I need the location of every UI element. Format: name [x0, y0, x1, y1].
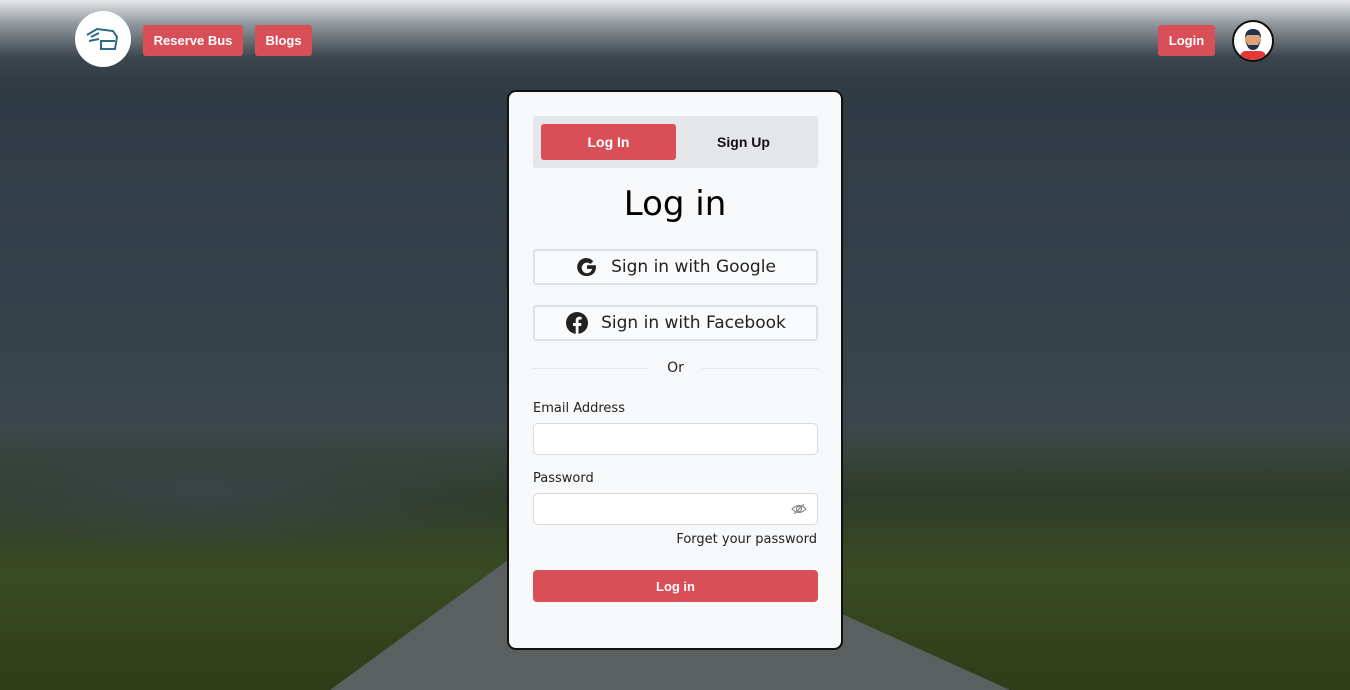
email-field[interactable] — [533, 423, 818, 455]
bus-logo[interactable] — [75, 11, 131, 67]
eye-slash-icon[interactable] — [791, 501, 807, 517]
user-avatar-icon — [1240, 29, 1266, 60]
facebook-sign-in-button[interactable]: Sign in with Facebook — [533, 305, 818, 341]
auth-tabs: Log In Sign Up — [533, 116, 818, 168]
login-nav-button[interactable]: Login — [1158, 25, 1215, 56]
email-label: Email Address — [533, 401, 625, 416]
log-in-submit-button[interactable]: Log in — [533, 570, 818, 602]
password-field[interactable] — [533, 493, 818, 525]
navbar: Reserve Bus Blogs Login — [0, 0, 1350, 82]
facebook-sign-in-label: Sign in with Facebook — [601, 313, 786, 333]
or-divider: Or — [533, 360, 818, 376]
password-label: Password — [533, 471, 594, 486]
reserve-bus-button[interactable]: Reserve Bus — [143, 25, 243, 56]
login-card: Log In Sign Up Log in Sign in with Googl… — [507, 90, 843, 650]
facebook-icon — [566, 312, 589, 334]
tab-sign-up[interactable]: Sign Up — [676, 124, 811, 160]
blogs-button[interactable]: Blogs — [255, 25, 312, 56]
or-label: Or — [667, 360, 684, 376]
avatar[interactable] — [1232, 20, 1274, 62]
google-sign-in-label: Sign in with Google — [611, 257, 776, 277]
google-sign-in-button[interactable]: Sign in with Google — [533, 249, 818, 285]
forgot-password-link[interactable]: Forget your password — [676, 532, 817, 547]
tab-log-in[interactable]: Log In — [541, 124, 676, 160]
bus-icon — [86, 27, 119, 50]
page-title: Log in — [623, 184, 727, 224]
google-icon — [577, 258, 597, 277]
